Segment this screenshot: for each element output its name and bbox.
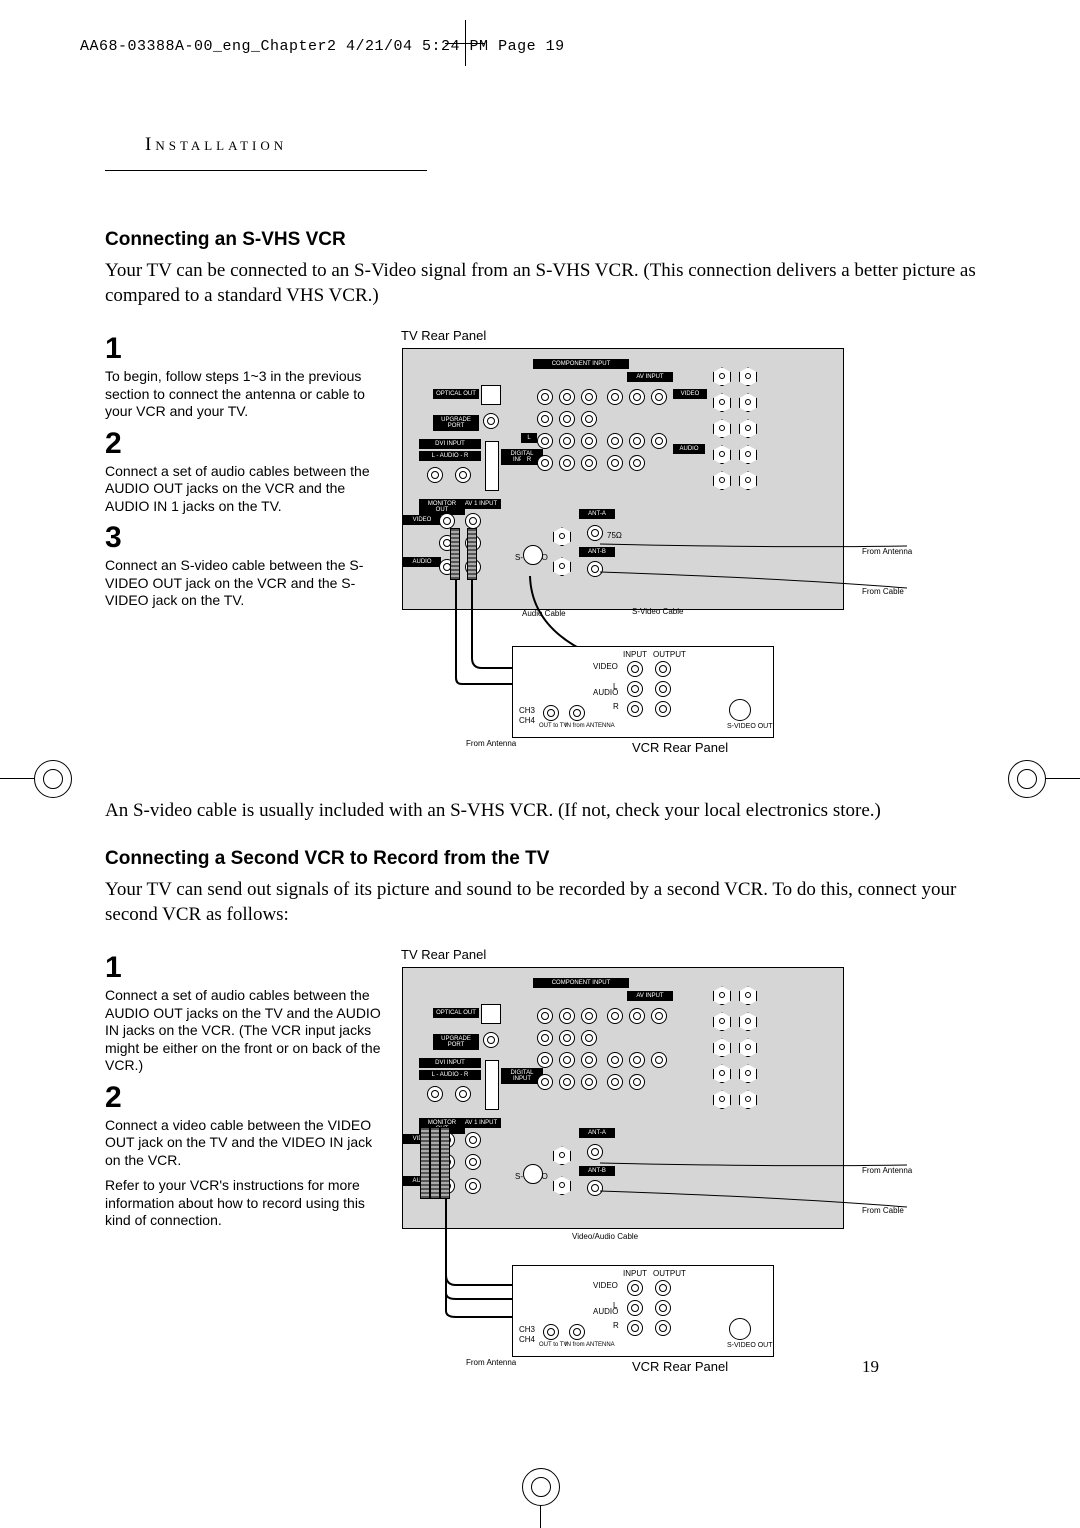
callout-from-cable: From Cable (862, 1207, 904, 1215)
vcr-rear-panel-label-2: VCR Rear Panel (632, 1359, 728, 1374)
vcr-rear-panel: INPUT OUTPUT VIDEO AUDIO L R CH3 CH4 (512, 646, 774, 738)
vcr-rear-panel-label: VCR Rear Panel (632, 740, 728, 755)
section2-steps: 1 Connect a set of audio cables between … (105, 947, 401, 1388)
callout-audio-cable: Audio Cable (522, 610, 566, 618)
step-number: 2 (105, 427, 385, 461)
callout-from-antenna-2: From Antenna (466, 1359, 516, 1367)
vcr-audio-l-out-jack-icon (655, 681, 671, 697)
section1-diagram: OPTICAL OUT UPGRADE PORT DVI INPUT L - A… (401, 347, 933, 789)
audio-cable-plug-icon (467, 528, 477, 580)
vcr-audio-l-in-jack-icon (627, 681, 643, 697)
vcr-audio-r-in-jack-icon (627, 701, 643, 717)
section2-intro: Your TV can send out signals of its pict… (105, 878, 990, 927)
callout-from-antenna: From Antenna (862, 1167, 912, 1175)
step-text: Connect an S-video cable between the S-V… (105, 557, 385, 610)
va-cable-plug-icon (430, 1127, 440, 1199)
page-content: Installation Connecting an S-VHS VCR You… (50, 120, 1030, 1388)
vcr-video-out-jack-icon (655, 1280, 671, 1296)
vcr-video-in-jack-icon (627, 1280, 643, 1296)
section1-steps-block: 1 To begin, follow steps 1~3 in the prev… (105, 328, 990, 789)
vcr-audio-l-out-jack-icon (655, 1300, 671, 1316)
va-cable-plug-icon (440, 1127, 450, 1199)
vcr-rear-panel-2: INPUT OUTPUT VIDEO AUDIO L R CH3 CH4 (512, 1265, 774, 1357)
callout-video-audio-cable: Video/Audio Cable (572, 1233, 638, 1241)
installation-heading: Installation (145, 134, 287, 155)
section1-diagram-col: TV Rear Panel OPTICAL OUT UPGRADE PORT D… (401, 328, 990, 789)
page-number: 19 (862, 1357, 877, 1367)
section2-diagram-col: TV Rear Panel OPTICAL OUT UPGRADE PORT D… (401, 947, 990, 1388)
step-text: Connect a set of audio cables between th… (105, 463, 385, 516)
pdf-page-header: AA68-03388A-00_eng_Chapter2 4/21/04 5:24… (80, 38, 565, 55)
va-cable-plug-icon (420, 1127, 430, 1199)
installation-heading-box: Installation (105, 120, 427, 171)
vcr-audio-r-in-jack-icon (627, 1320, 643, 1336)
vcr-ant-in-jack-icon (569, 705, 585, 721)
audio-cable-plug-icon (450, 528, 460, 580)
section1-intro: Your TV can be connected to an S-Video s… (105, 259, 990, 308)
registration-mark-bottom (450, 1468, 630, 1528)
step-text: Connect a video cable between the VIDEO … (105, 1117, 385, 1170)
callout-from-antenna-2: From Antenna (466, 740, 516, 748)
step-text: To begin, follow steps 1~3 in the previo… (105, 368, 385, 421)
section1-footer-note: An S-video cable is usually included wit… (105, 799, 990, 824)
vcr-ant-out-jack-icon (543, 1324, 559, 1340)
section1-heading: Connecting an S-VHS VCR (105, 229, 1030, 251)
tv-rear-panel-label: TV Rear Panel (401, 328, 990, 343)
section2-steps-block: 1 Connect a set of audio cables between … (105, 947, 990, 1388)
step-text: Refer to your VCR's instructions for mor… (105, 1177, 385, 1230)
step-number: 2 (105, 1081, 385, 1115)
vcr-audio-r-out-jack-icon (655, 1320, 671, 1336)
vcr-video-out-jack-icon (655, 661, 671, 677)
vcr-svideo-out-jack-icon (729, 699, 751, 721)
vcr-ant-out-jack-icon (543, 705, 559, 721)
vcr-svideo-out-jack-icon (729, 1318, 751, 1340)
step-number: 3 (105, 521, 385, 555)
vcr-video-in-jack-icon (627, 661, 643, 677)
step-number: 1 (105, 332, 385, 366)
callout-svideo-cable: S-Video Cable (632, 608, 683, 616)
vcr-audio-l-in-jack-icon (627, 1300, 643, 1316)
vcr-audio-r-out-jack-icon (655, 701, 671, 717)
step-number: 1 (105, 951, 385, 985)
section2-diagram: OPTICAL OUT UPGRADE PORT DVI INPUT L - A… (401, 966, 933, 1388)
section1-steps: 1 To begin, follow steps 1~3 in the prev… (105, 328, 401, 789)
tv-rear-panel-label-2: TV Rear Panel (401, 947, 990, 962)
callout-from-antenna: From Antenna (862, 548, 912, 556)
step-text: Connect a set of audio cables between th… (105, 987, 385, 1075)
callout-from-cable: From Cable (862, 588, 904, 596)
section2-heading: Connecting a Second VCR to Record from t… (105, 848, 1030, 870)
vcr-ant-in-jack-icon (569, 1324, 585, 1340)
